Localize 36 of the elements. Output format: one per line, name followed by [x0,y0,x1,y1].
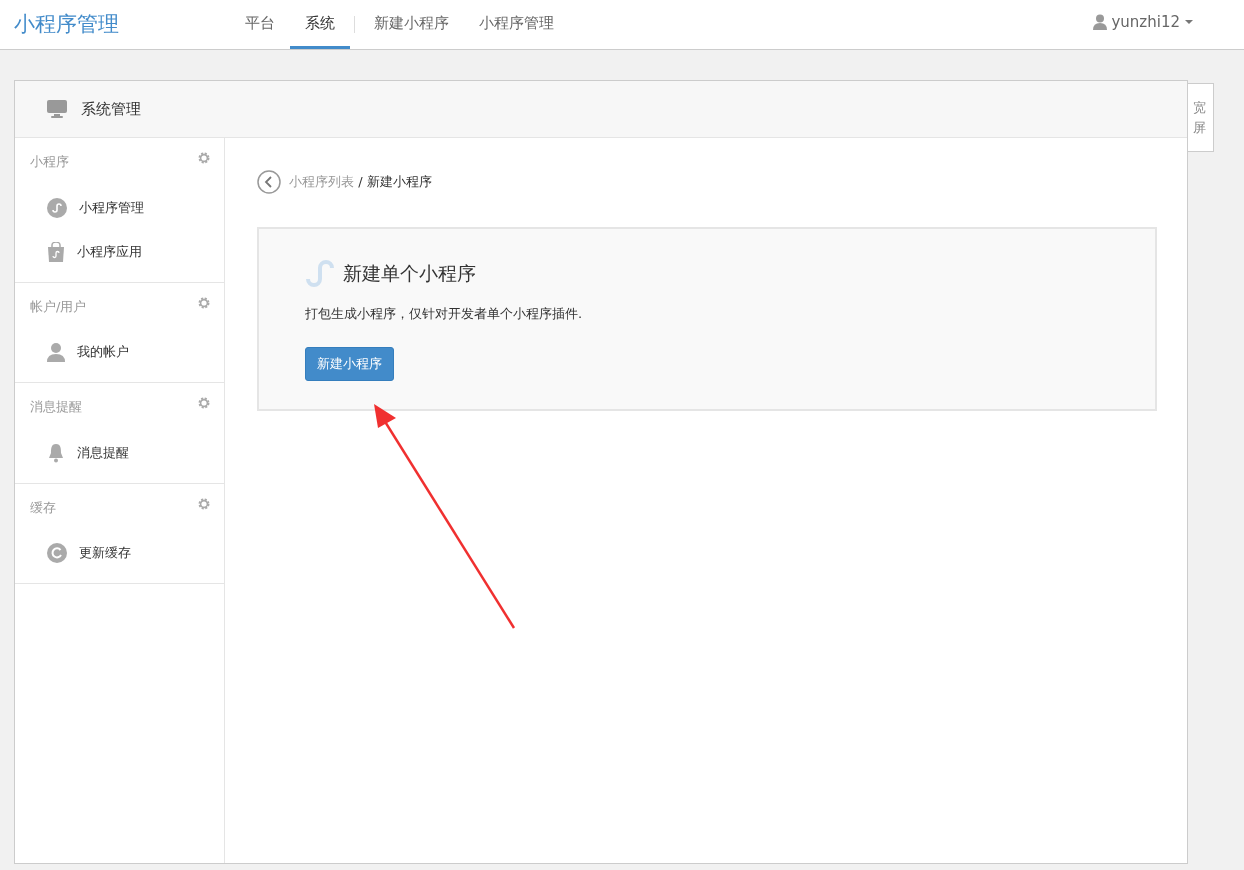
sidebar-group-title: 小程序 [30,153,69,171]
panel-title: 系统管理 [81,98,141,120]
user-icon [47,342,65,362]
monitor-icon [47,99,67,119]
sidebar-item[interactable]: 我的帐户 [15,330,224,374]
back-icon[interactable] [257,170,281,194]
card-description: 打包生成小程序，仅针对开发者单个小程序插件. [305,304,584,323]
sidebar-item[interactable]: 消息提醒 [15,430,224,475]
nav-tab[interactable]: 平台 [230,0,290,49]
user-menu[interactable]: yunzhi12 [1087,0,1200,35]
gear-icon[interactable] [198,397,210,409]
sidebar-item[interactable]: 更新缓存 [15,531,224,575]
nav-tab[interactable]: 系统 [290,0,350,49]
nav-tab[interactable]: 新建小程序 [359,0,464,49]
app-title: 小程序管理 [13,10,120,38]
sidebar-item[interactable]: 小程序管理 [15,185,224,230]
wide-screen-toggle[interactable]: 宽屏 [1188,83,1214,152]
breadcrumb-separator: / [358,174,363,190]
nav-tab[interactable]: 小程序管理 [464,0,569,49]
link-circle-icon [47,197,67,218]
sidebar-group-title: 缓存 [30,498,56,517]
user-icon [1093,14,1108,31]
caret-icon [1184,19,1194,26]
breadcrumb-current: 新建小程序 [366,174,432,190]
bag-icon [47,241,65,262]
gear-icon[interactable] [198,497,210,510]
sidebar-item[interactable]: 小程序应用 [15,229,224,274]
refresh-icon [47,543,67,563]
link-icon [305,259,335,288]
gear-icon[interactable] [198,152,210,164]
create-button[interactable]: 新建小程序 [305,347,394,381]
bell-icon [47,442,65,463]
card-title: 新建单个小程序 [343,261,476,286]
sidebar-group-title: 帐户/用户 [30,297,87,316]
sidebar-group-title: 消息提醒 [30,398,82,416]
gear-icon[interactable] [198,296,210,309]
